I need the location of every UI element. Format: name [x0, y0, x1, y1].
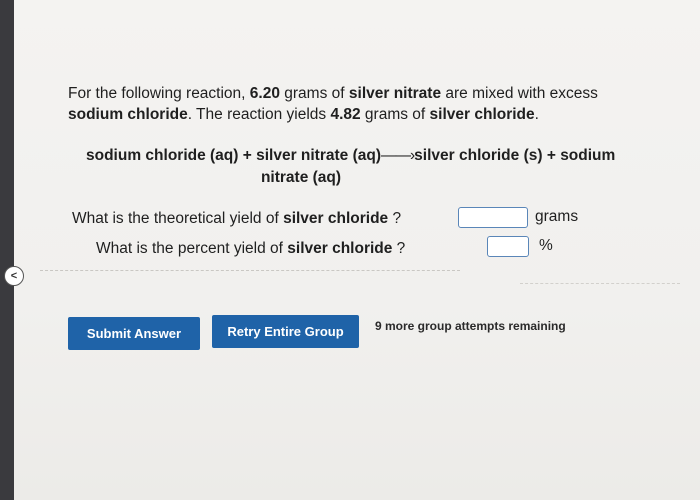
theoretical-yield-unit: grams	[535, 208, 579, 225]
reaction-arrow-icon: ——›	[381, 147, 415, 164]
percent-yield-input[interactable]	[487, 236, 529, 257]
attempts-remaining: 9 more group attempts remaining	[375, 319, 566, 333]
theoretical-yield-prompt: What is the theoretical yield of silver …	[72, 210, 402, 227]
equation-continuation: nitrate (aq)	[260, 169, 342, 186]
submit-answer-button[interactable]: Submit Answer	[68, 317, 200, 350]
divider	[40, 270, 460, 271]
reaction-equation: sodium chloride (aq) + silver nitrate (a…	[86, 145, 646, 189]
window-edge	[0, 0, 14, 500]
retry-group-button[interactable]: Retry Entire Group	[212, 315, 359, 348]
chevron-left-icon[interactable]: <	[4, 266, 24, 286]
divider	[520, 283, 680, 284]
percent-yield-unit: %	[539, 237, 553, 254]
percent-yield-prompt: What is the percent yield of silver chlo…	[96, 240, 406, 257]
question-text: For the following reaction, 6.20 grams o…	[68, 85, 598, 123]
equation-reactants: sodium chloride (aq) + silver nitrate (a…	[86, 147, 381, 164]
theoretical-yield-input[interactable]	[458, 207, 528, 228]
equation-products: silver chloride (s) + sodium	[414, 147, 616, 164]
